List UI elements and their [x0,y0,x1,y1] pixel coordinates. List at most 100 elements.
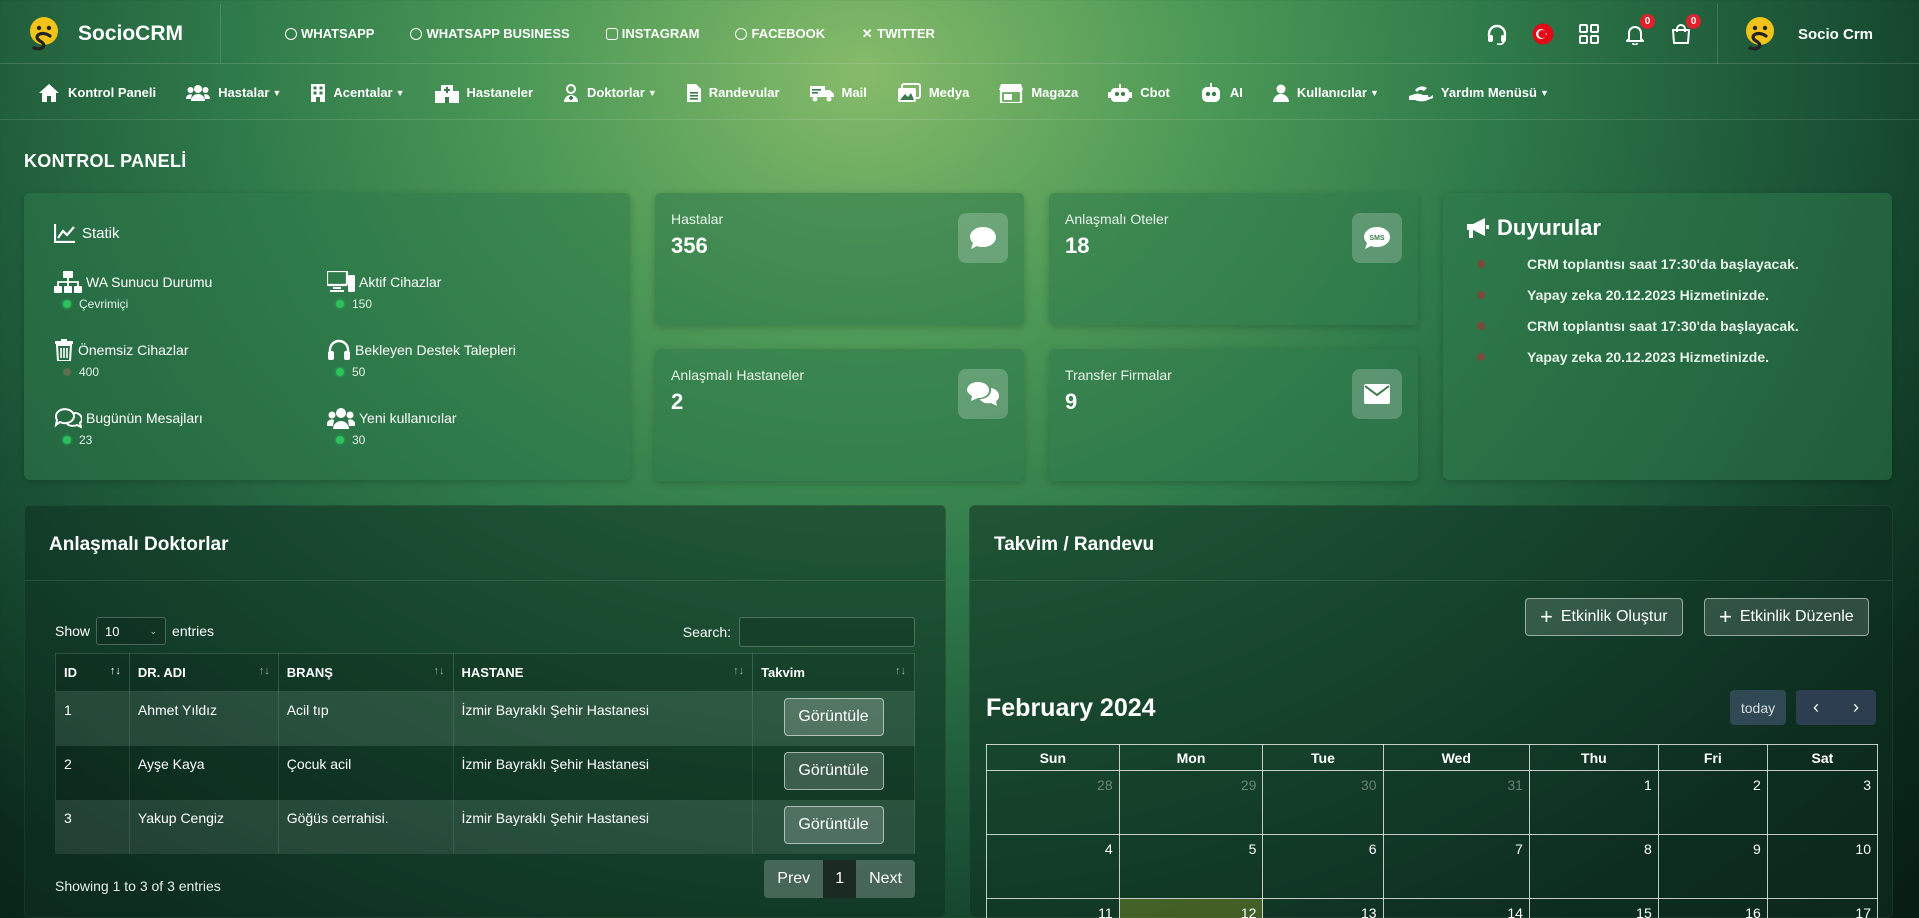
status-dot-online [63,436,71,444]
search-input[interactable] [739,617,915,647]
create-event-button[interactable]: + Etkinlik Oluştur [1525,598,1683,636]
calendar-day-cell[interactable]: 10 [1766,834,1879,899]
whatsapp-icon [285,27,297,40]
calendar-day-cell[interactable]: 11 [986,898,1120,918]
column-header-dr-name[interactable]: DR. ADI ↑↓ [128,653,279,692]
column-header-label: Takvim [761,665,805,680]
menu-item-hastalar[interactable]: Hastalar ▼ [186,84,281,102]
stat-value: 50 [352,365,366,379]
calendar-day-cell[interactable]: 14 [1382,898,1530,918]
next-month-button[interactable]: › [1836,690,1876,725]
stat-label: WA Sunucu Durumu [86,274,213,290]
menu-item-label: Medya [928,85,970,100]
instagram-icon [605,27,618,40]
comments-icon [958,369,1008,419]
menu-item-kullanicilar[interactable]: Kullanıcılar ▼ [1272,84,1379,102]
calendar-week-row: 4 5 6 7 8 9 10 [986,834,1879,899]
status-dot-online [336,368,344,376]
calendar-day-cell[interactable]: 16 [1657,898,1768,918]
calendar-day-cell[interactable]: 6 [1262,834,1384,899]
social-link-instagram[interactable]: INSTAGRAM [605,26,699,41]
menu-item-label: Doktorlar [587,85,645,100]
calendar-day-cell[interactable]: 3 [1766,770,1879,835]
menu-item-ai[interactable]: AI [1200,82,1243,103]
view-calendar-button[interactable]: Görüntüle [783,805,884,844]
entries-select[interactable]: 10 ⌄ [96,617,167,645]
social-link-twitter[interactable]: ✕ TWITTER [861,26,935,41]
column-header-hospital[interactable]: HASTANE ↑↓ [452,653,754,692]
view-calendar-button[interactable]: Görüntüle [783,698,884,736]
menu-item-kontrol-paneli[interactable]: Kontrol Paneli [38,83,156,103]
apps-grid-button[interactable] [1577,22,1601,46]
store-icon [999,83,1024,103]
menu-item-magaza[interactable]: Magaza [999,83,1078,103]
calendar-day-cell[interactable]: 9 [1657,834,1768,899]
menu-item-yardim[interactable]: Yardım Menüsü ▼ [1408,84,1549,102]
menu-item-label: AI [1229,85,1243,100]
card-contracted-hotels[interactable]: Anlaşmalı Oteler 18 SMS [1049,193,1418,325]
card-label: Anlaşmalı Hastaneler [671,367,805,383]
menu-item-doktorlar[interactable]: Doktorlar ▼ [563,83,657,102]
card-patients[interactable]: Hastalar 356 [655,193,1024,325]
menu-item-mail[interactable]: Mail [809,84,867,102]
menu-item-randevular[interactable]: Randevular [686,83,780,102]
pagination-next-button[interactable]: Next [856,860,915,898]
calendar-day-cell[interactable]: 29 [1118,770,1264,835]
menu-item-acentalar[interactable]: Acentalar ▼ [311,83,405,102]
edit-event-button[interactable]: + Etkinlik Düzenle [1704,598,1869,636]
calendar-day-cell[interactable]: 5 [1118,834,1264,899]
calendar-day-cell[interactable]: 1 [1528,770,1659,835]
column-header-branch[interactable]: BRANŞ ↑↓ [277,653,454,692]
divider [970,580,1892,581]
card-contracted-hospitals[interactable]: Anlaşmalı Hastaneler 2 [655,349,1024,481]
cart-button[interactable]: 0 [1669,14,1701,46]
menu-item-cbot[interactable]: Cbot [1108,83,1170,103]
cell-dr-name: Ahmet Yıldız [128,691,279,746]
card-value: 18 [1065,233,1090,258]
column-header-calendar[interactable]: Takvim ↑↓ [752,653,915,692]
images-icon [897,82,921,102]
calendar-day-cell[interactable]: 4 [986,834,1120,899]
announcement-item: Yapay zeka 20.12.2023 Hizmetinizde. [1477,349,1769,365]
calendar-day-cell[interactable]: 7 [1382,834,1530,899]
ai-robot-icon [1201,82,1220,102]
cell-calendar: Görüntüle [752,799,915,854]
view-calendar-button[interactable]: Görüntüle [783,751,884,790]
sort-icon: ↑↓ [433,665,445,677]
column-header-id[interactable]: ID ↑↓ [55,653,130,692]
calendar-day-cell[interactable]: 31 [1382,770,1530,835]
menu-item-hastaneler[interactable]: Hastaneler [434,83,533,103]
calendar-day-cell[interactable]: 2 [1657,770,1768,835]
social-link-label: FACEBOOK [751,26,826,41]
calendar-day-cell[interactable]: 12 [1118,898,1264,918]
language-switch-button[interactable] [1531,22,1555,46]
notifications-button[interactable]: 0 [1623,14,1655,46]
user-menu[interactable]: Socio Crm [1716,4,1919,64]
stat-value: 150 [352,297,373,311]
pagination-prev-button[interactable]: Prev [764,860,824,898]
pagination-page-button[interactable]: 1 [823,860,857,898]
calendar-day-cell[interactable]: 30 [1262,770,1384,835]
cell-calendar: Görüntüle [752,745,915,800]
brand[interactable]: SocioCRM [0,4,221,63]
social-link-whatsapp[interactable]: WHATSAPP [285,26,374,41]
calendar-day-cell[interactable]: 13 [1262,898,1384,918]
calendar-day-cell[interactable]: 28 [986,770,1120,835]
calendar-day-cell[interactable]: 8 [1528,834,1659,899]
announcements-title-text: Duyurular [1497,215,1601,240]
today-button[interactable]: today [1730,690,1786,725]
table-header-row: ID ↑↓ DR. ADI ↑↓ BRANŞ ↑↓ HASTANE ↑↓ Takvim ↑… [55,653,915,692]
social-link-whatsapp-business[interactable]: WHATSAPP BUSINESS [410,26,570,41]
calendar-day-cell[interactable]: 17 [1766,898,1879,918]
calendar-panel-title: Takvim / Randevu [994,534,1155,555]
support-headset-button[interactable] [1485,22,1509,46]
calendar-day-cell[interactable]: 15 [1528,898,1659,918]
card-transfer-companies[interactable]: Transfer Firmalar 9 [1049,349,1418,481]
cell-hospital: İzmir Bayraklı Şehir Hastanesi [452,691,754,746]
menu-item-medya[interactable]: Medya [897,82,970,103]
cell-hospital: İzmir Bayraklı Şehir Hastanesi [452,745,754,800]
social-link-facebook[interactable]: FACEBOOK [735,26,825,41]
sort-icon: ↑↓ [895,665,906,677]
prev-month-button[interactable]: ‹ [1796,690,1836,725]
announcements-card: Duyurular CRM toplantısı saat 17:30'da b… [1443,193,1892,480]
